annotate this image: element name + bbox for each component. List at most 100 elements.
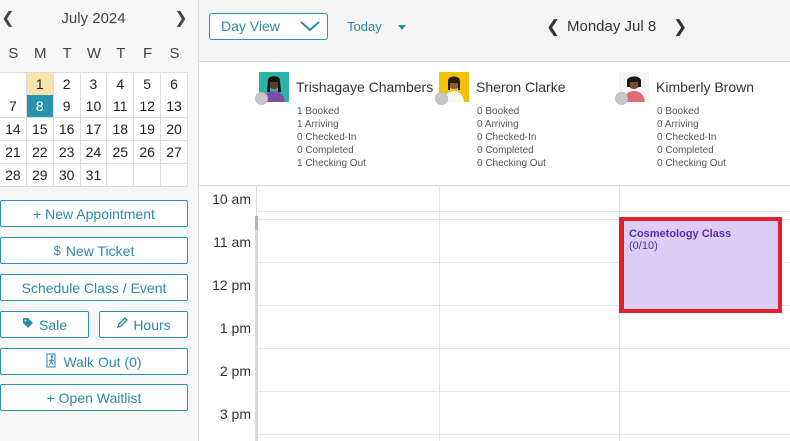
time-label: 11 am	[213, 234, 251, 250]
completed-count: 0 Completed	[477, 145, 534, 156]
weekday-header: T	[62, 45, 72, 62]
calendar-day[interactable]: 5	[134, 73, 162, 96]
calendar-day[interactable]: 16	[53, 118, 81, 141]
calendar-day[interactable]: 10	[80, 95, 108, 118]
walk-out-label: Walk Out (0)	[63, 353, 142, 370]
calendar-day[interactable]: 22	[26, 141, 54, 164]
cosmetology-class-event[interactable]: Cosmetology Class (0/10)	[619, 219, 780, 309]
hour-line	[258, 434, 790, 435]
staff-header: Trishagaye Chambers 1 Booked 1 Arriving …	[199, 62, 790, 186]
calendar-day[interactable]: 6	[161, 73, 188, 96]
calendar-day[interactable]: 21	[0, 141, 27, 164]
checking-out-count: 1 Checking Out	[297, 158, 366, 169]
dollar-icon: $	[53, 243, 61, 258]
weekday-header: F	[143, 45, 153, 62]
calendar-empty-cell	[134, 164, 162, 187]
tag-icon	[22, 317, 34, 332]
view-select-value: Day View	[221, 18, 280, 34]
current-date-label: Monday Jul 8	[567, 18, 657, 35]
hour-line	[258, 391, 790, 392]
hour-line	[258, 348, 790, 349]
schedule-grid: 10 am 11 am 12 pm 1 pm 2 pm 3 pm Cosmeto…	[199, 186, 790, 441]
calendar-weeks: 1 2 3 4 5 6 7 8 9 10 11 12 13 14 15 16 17 18 19 20 21 22 23 24 2…	[0, 72, 188, 187]
checked-in-count: 0 Checked-In	[657, 132, 717, 143]
calendar-day[interactable]: 4	[107, 73, 135, 96]
today-dropdown-icon[interactable]	[398, 25, 406, 30]
calendar-day[interactable]: 7	[0, 95, 27, 118]
status-indicator	[255, 92, 268, 105]
new-appointment-label: + New Appointment	[33, 205, 155, 222]
new-ticket-button[interactable]: $ New Ticket	[0, 237, 188, 264]
staff-column-header[interactable]: Trishagaye Chambers 1 Booked 1 Arriving …	[255, 62, 439, 186]
calendar-day[interactable]: 24	[80, 141, 108, 164]
calendar-week: 28 29 30 31	[0, 164, 188, 187]
new-appointment-button[interactable]: + New Appointment	[0, 200, 188, 227]
sale-button[interactable]: Sale	[0, 311, 89, 338]
calendar-day[interactable]: 26	[134, 141, 162, 164]
time-label: 10 am	[212, 191, 251, 207]
calendar-day[interactable]: 14	[0, 118, 27, 141]
next-day-icon[interactable]: ❯	[673, 17, 687, 37]
calendar-day[interactable]: 11	[107, 95, 135, 118]
staff-name: Trishagaye Chambers	[296, 79, 434, 95]
weekday-header: W	[86, 45, 102, 62]
calendar-empty-cell	[107, 164, 135, 187]
next-month-icon[interactable]: ❯	[173, 9, 189, 29]
staff-stats: 0 Booked 0 Arriving 0 Checked-In 0 Compl…	[657, 105, 726, 170]
calendar-day[interactable]: 19	[134, 118, 162, 141]
arriving-count: 1 Arriving	[297, 119, 339, 130]
calendar-day[interactable]: 17	[80, 118, 108, 141]
scrollbar[interactable]	[255, 216, 258, 441]
weekday-header-row: S M T W T F S	[0, 40, 188, 72]
calendar-day[interactable]: 29	[26, 164, 54, 187]
prev-month-icon[interactable]: ❮	[0, 9, 16, 29]
staff-stats: 0 Booked 0 Arriving 0 Checked-In 0 Compl…	[477, 105, 546, 170]
mini-calendar: S M T W T F S 1 2 3 4 5 6 7 8 9 10 11 12 13 14 15 16 17 1…	[0, 40, 188, 187]
hours-label: Hours	[133, 316, 171, 333]
walk-out-button[interactable]: Walk Out (0)	[0, 348, 188, 375]
calendar-day[interactable]: 28	[0, 164, 27, 187]
prev-day-icon[interactable]: ❮	[546, 17, 560, 37]
calendar-day[interactable]: 27	[161, 141, 188, 164]
hours-button[interactable]: Hours	[99, 311, 188, 338]
calendar-day[interactable]: 1	[26, 73, 54, 96]
view-select[interactable]: Day View	[209, 13, 328, 40]
time-label: 2 pm	[219, 363, 251, 379]
staff-column-header[interactable]: Kimberly Brown 0 Booked 0 Arriving 0 Che…	[615, 62, 790, 186]
weekday-header: M	[34, 45, 47, 62]
time-label: 3 pm	[219, 406, 251, 422]
calendar-day[interactable]: 18	[107, 118, 135, 141]
calendar-day[interactable]: 30	[53, 164, 81, 187]
avatar	[435, 72, 469, 105]
calendar-day[interactable]: 20	[161, 118, 188, 141]
calendar-day[interactable]: 31	[80, 164, 108, 187]
weekday-header: S	[169, 45, 180, 62]
calendar-day[interactable]: 9	[53, 95, 81, 118]
calendar-day[interactable]: 25	[107, 141, 135, 164]
calendar-day[interactable]: 12	[134, 95, 162, 118]
event-title: Cosmetology Class	[629, 228, 732, 240]
pencil-icon	[116, 317, 129, 332]
open-waitlist-button[interactable]: + Open Waitlist	[0, 384, 188, 411]
time-column: 10 am 11 am 12 pm 1 pm 2 pm 3 pm	[199, 186, 257, 441]
calendar-day[interactable]: 13	[161, 95, 188, 118]
mini-calendar-month: July 2024	[61, 10, 126, 27]
weekday-header: S	[8, 45, 19, 62]
calendar-week: 7 8 9 10 11 12 13	[0, 95, 188, 118]
calendar-day[interactable]: 3	[80, 73, 108, 96]
calendar-day[interactable]: 2	[53, 73, 81, 96]
column-divider	[439, 186, 440, 441]
left-sidebar: ❮ July 2024 ❯ S M T W T F S 1 2 3 4 5 6 7 8 9 10 1…	[0, 0, 199, 441]
avatar	[615, 72, 649, 105]
schedule-class-button[interactable]: Schedule Class / Event	[0, 274, 188, 301]
staff-column-header[interactable]: Sheron Clarke 0 Booked 0 Arriving 0 Chec…	[435, 62, 619, 186]
walk-out-icon	[46, 353, 58, 371]
calendar-week: 14 15 16 17 18 19 20	[0, 118, 188, 141]
calendar-day[interactable]: 23	[53, 141, 81, 164]
checking-out-count: 0 Checking Out	[657, 158, 726, 169]
sale-label: Sale	[38, 316, 68, 333]
top-toolbar: Day View Today ❮ Monday Jul 8 ❯	[199, 0, 790, 62]
calendar-day[interactable]: 8	[26, 95, 54, 118]
today-button[interactable]: Today	[347, 19, 382, 34]
calendar-day[interactable]: 15	[26, 118, 54, 141]
